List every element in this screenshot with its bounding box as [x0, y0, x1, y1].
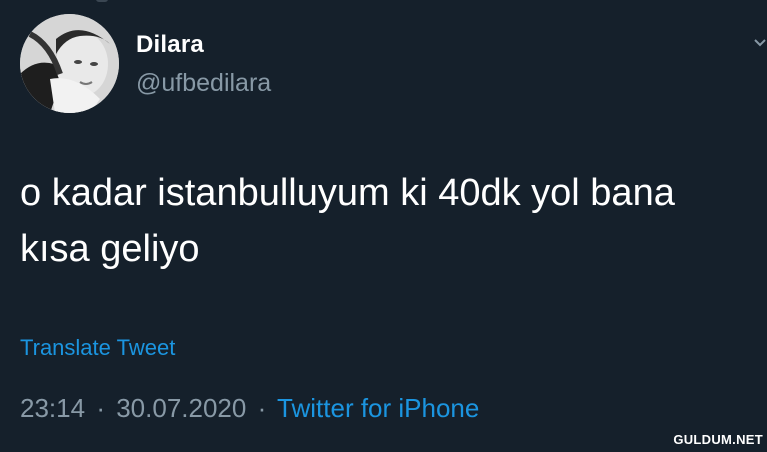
avatar[interactable]	[20, 14, 119, 113]
chevron-down-icon[interactable]	[752, 32, 767, 52]
tweet-time[interactable]: 23:14	[20, 393, 85, 423]
display-name[interactable]: Dilara	[136, 31, 204, 59]
tweet-card: Dilara @ufbedilara o kadar istanbulluyum…	[0, 0, 767, 452]
tweet-source-link[interactable]: Twitter for iPhone	[277, 393, 479, 423]
watermark: GULDUM.NET	[673, 432, 763, 447]
avatar-photo	[20, 14, 119, 113]
divider	[96, 0, 108, 2]
translate-tweet-link[interactable]: Translate Tweet	[20, 335, 175, 361]
tweet-date[interactable]: 30.07.2020	[116, 393, 246, 423]
meta-separator: ·	[96, 393, 105, 423]
tweet-meta: 23:14 · 30.07.2020 · Twitter for iPhone	[20, 393, 479, 424]
tweet-text: o kadar istanbulluyum ki 40dk yol bana k…	[20, 172, 675, 270]
meta-separator: ·	[257, 393, 267, 423]
user-handle[interactable]: @ufbedilara	[136, 69, 271, 98]
